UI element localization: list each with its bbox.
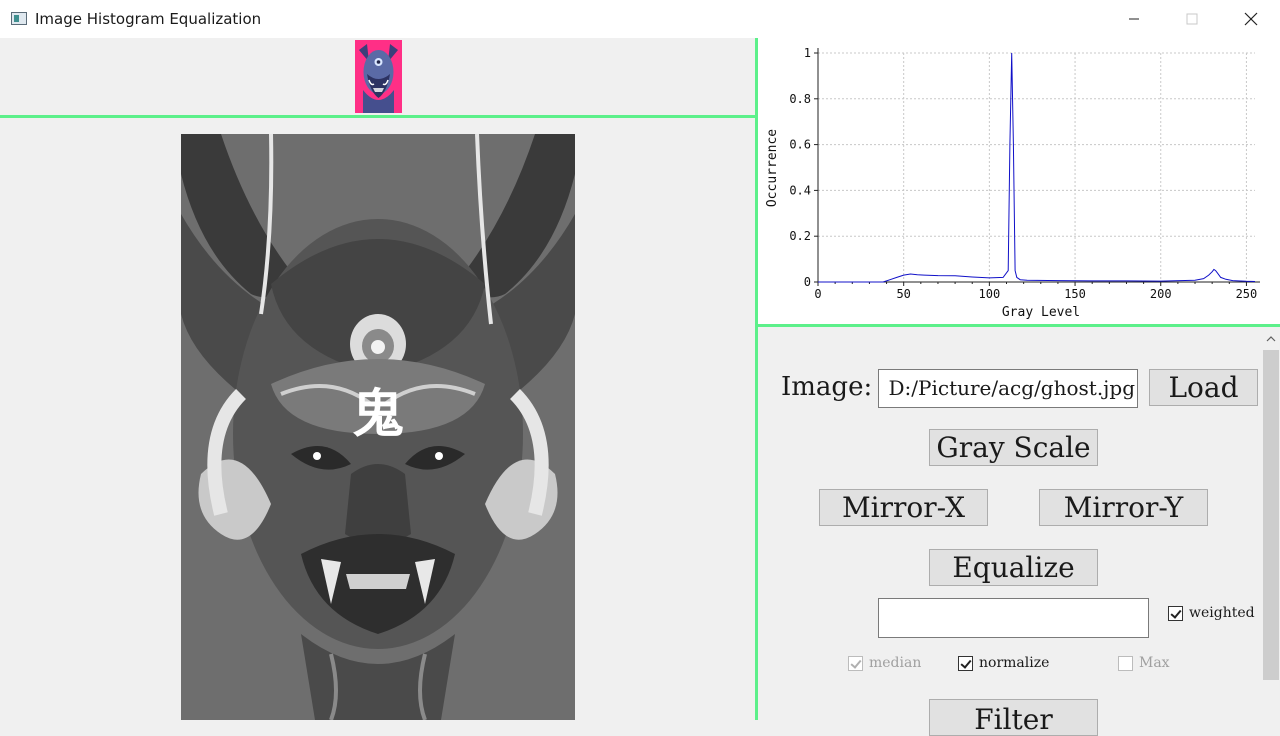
x-tick-label: 100 — [979, 287, 1001, 301]
normalize-checkbox[interactable]: normalize — [958, 655, 1049, 671]
weighted-checkbox[interactable]: weighted — [1168, 605, 1255, 621]
y-tick-label: 0.8 — [789, 92, 811, 106]
image-path-input[interactable]: D:/Picture/acg/ghost.jpg — [878, 369, 1138, 408]
x-axis-label: Gray Level — [1002, 305, 1080, 320]
y-tick-label: 1 — [804, 46, 811, 60]
histogram-svg: 0 50 100 150 200 250 0 0.2 0.4 0.6 0.8 1 Gray Level… — [765, 46, 1260, 320]
median-checkbox[interactable]: median — [848, 655, 921, 671]
maximize-button[interactable] — [1163, 0, 1221, 38]
x-tick-label: 50 — [896, 287, 910, 301]
max-label: Max — [1139, 655, 1170, 671]
histogram-chart: 0 50 100 150 200 250 0 0.2 0.4 0.6 0.8 1 Gray Level… — [758, 38, 1280, 324]
minimize-icon — [1129, 18, 1139, 20]
x-tick-label: 250 — [1236, 287, 1258, 301]
processed-image: 鬼 — [181, 134, 575, 720]
close-icon — [1244, 12, 1258, 26]
title-bar: Image Histogram Equalization — [0, 0, 1280, 38]
max-checkbox[interactable]: Max — [1118, 655, 1170, 671]
left-horizontal-splitter[interactable] — [0, 115, 757, 118]
load-button[interactable]: Load — [1149, 369, 1258, 406]
gray-scale-button[interactable]: Gray Scale — [929, 429, 1098, 466]
original-image-thumbnail — [355, 40, 402, 113]
x-tick-label: 0 — [814, 287, 821, 301]
equalize-button[interactable]: Equalize — [929, 549, 1098, 586]
median-label: median — [869, 655, 922, 671]
minimize-button[interactable] — [1105, 0, 1163, 38]
scrollbar-thumb[interactable] — [1263, 350, 1279, 680]
filter-params-input[interactable] — [878, 598, 1149, 638]
weighted-check-icon — [1168, 605, 1183, 621]
filter-button[interactable]: Filter — [929, 699, 1098, 736]
y-tick-label: 0.4 — [789, 183, 811, 197]
controls-scrollbar[interactable] — [1262, 330, 1280, 720]
image-path-label: Image: — [781, 372, 873, 402]
window-title: Image Histogram Equalization — [35, 10, 262, 28]
kanji-overlay: 鬼 — [352, 385, 404, 445]
image-path-value: D:/Picture/acg/ghost.jpg — [888, 376, 1135, 400]
normalize-check-icon — [958, 655, 973, 671]
y-tick-label: 0.6 — [789, 138, 811, 152]
mirror-x-button[interactable]: Mirror-X — [819, 489, 988, 526]
y-axis-label: Occurrence — [765, 129, 780, 207]
normalize-label: normalize — [979, 655, 1050, 671]
median-check-icon — [848, 655, 863, 671]
weighted-label: weighted — [1189, 605, 1255, 621]
x-tick-label: 200 — [1150, 287, 1172, 301]
max-check-icon — [1118, 655, 1133, 671]
x-tick-label: 150 — [1064, 287, 1086, 301]
maximize-icon — [1186, 13, 1198, 25]
scroll-up-button[interactable] — [1262, 330, 1280, 348]
close-button[interactable] — [1222, 0, 1280, 38]
histogram-series-line — [818, 52, 1256, 283]
app-icon — [11, 12, 27, 25]
mirror-y-button[interactable]: Mirror-Y — [1039, 489, 1208, 526]
y-tick-label: 0 — [804, 275, 811, 289]
y-tick-label: 0.2 — [789, 229, 811, 243]
chevron-up-icon — [1266, 336, 1276, 342]
